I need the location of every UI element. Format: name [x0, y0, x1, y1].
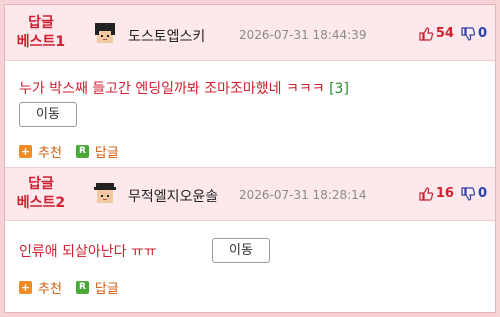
best-replies-panel: 답글 베스트1 도스토엡스키 2026-07-31 18:44:39 54 0 … [4, 4, 496, 313]
downvote-count: 0 [477, 186, 487, 201]
comment-body: 인류애 되살아난다 ㅠㅠ [19, 244, 157, 260]
vote-box: 16 0 [419, 186, 487, 201]
reply-button[interactable]: R 답글 [75, 142, 119, 161]
pixel-face-avatar-icon[interactable] [92, 21, 118, 47]
timestamp: 2026-07-31 18:44:39 [239, 28, 367, 42]
downvote-count: 0 [477, 26, 487, 41]
vote-box: 54 0 [419, 26, 487, 41]
recommend-button[interactable]: + 추천 [19, 142, 62, 161]
thumbs-up-icon[interactable] [419, 186, 433, 201]
comment-text: 인류애 되살아난다 ㅠㅠ [19, 241, 157, 261]
best-rank-badge: 답글 베스트2 [15, 175, 67, 213]
comment-card: 답글 베스트1 도스토엡스키 2026-07-31 18:44:39 54 0 … [5, 5, 495, 167]
comment-actions: + 추천 R 답글 [19, 278, 119, 297]
comment-header: 답글 베스트2 무적엘지오윤솔 2026-07-31 18:28:14 16 0 [5, 168, 495, 221]
reply-label: 답글 [94, 282, 119, 297]
upvote-count: 16 [435, 186, 454, 201]
reply-button[interactable]: R 답글 [75, 278, 119, 297]
comment-card: 답글 베스트2 무적엘지오윤솔 2026-07-31 18:28:14 16 0… [5, 167, 495, 313]
rank-line2: 베스트1 [16, 34, 66, 50]
r-icon: R [75, 281, 89, 294]
reply-label: 답글 [94, 146, 119, 161]
thumbs-up-icon[interactable] [419, 26, 433, 41]
rank-line1: 답글 [28, 176, 54, 192]
nickname[interactable]: 도스토엡스키 [128, 26, 205, 46]
rank-line1: 답글 [28, 15, 54, 31]
move-button[interactable]: 이동 [19, 102, 77, 127]
timestamp: 2026-07-31 18:28:14 [239, 188, 367, 202]
move-button[interactable]: 이동 [212, 238, 270, 263]
thumbs-down-icon[interactable] [461, 186, 475, 201]
plus-icon: + [19, 145, 32, 158]
reply-count[interactable]: [3] [329, 81, 349, 97]
comment-body: 누가 박스째 들고간 엔딩일까봐 조마조마했네 ㅋㅋㅋ [19, 81, 325, 97]
thumbs-down-icon[interactable] [461, 26, 475, 41]
comment-header: 답글 베스트1 도스토엡스키 2026-07-31 18:44:39 54 0 [5, 5, 495, 61]
nickname[interactable]: 무적엘지오윤솔 [128, 186, 218, 206]
pixel-face-avatar-icon[interactable] [92, 181, 118, 207]
r-icon: R [75, 145, 89, 158]
rank-line2: 베스트2 [16, 195, 66, 211]
recommend-button[interactable]: + 추천 [19, 278, 62, 297]
upvote-count: 54 [435, 26, 454, 41]
comment-text: 누가 박스째 들고간 엔딩일까봐 조마조마했네 ㅋㅋㅋ [3] [19, 78, 349, 98]
recommend-label: 추천 [38, 146, 62, 161]
comment-actions: + 추천 R 답글 [19, 142, 119, 161]
recommend-label: 추천 [38, 282, 62, 297]
best-rank-badge: 답글 베스트1 [15, 14, 67, 52]
plus-icon: + [19, 281, 32, 294]
